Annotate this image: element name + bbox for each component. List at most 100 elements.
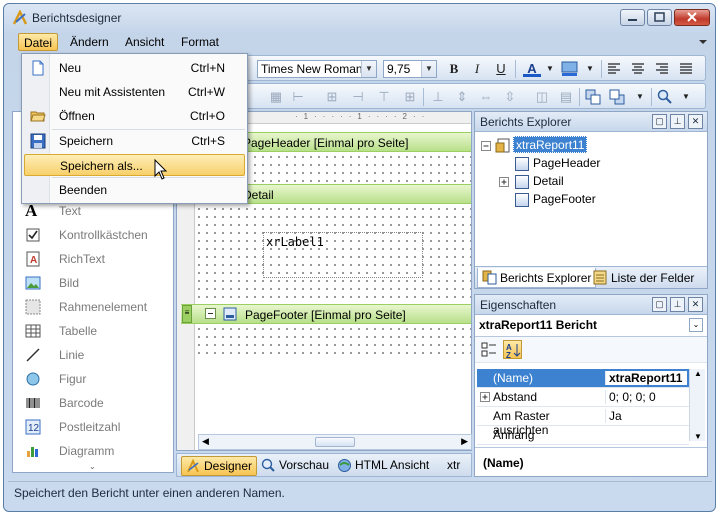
property-scrollbar[interactable]: ▲ ▼ xyxy=(689,369,705,441)
scroll-down-icon[interactable]: ⌄ xyxy=(89,462,96,471)
menu-item-save[interactable]: Speichern Ctrl+S xyxy=(24,130,245,152)
report-tree: xtraReport11 PageHeader Detail PageFoote… xyxy=(475,132,707,256)
align-rights-icon[interactable]: ⊣ xyxy=(349,88,367,106)
close-button[interactable] xyxy=(674,9,710,26)
band-page-footer[interactable]: ≡ PageFooter [Einmal pro Seite] xyxy=(181,304,471,324)
collapse-icon[interactable] xyxy=(205,308,217,320)
chevron-down-icon[interactable]: ▼ xyxy=(677,88,695,106)
font-family-select[interactable]: Times New Roman ▼ xyxy=(257,60,377,78)
tree-node-page-footer[interactable]: PageFooter xyxy=(531,191,598,208)
chevron-down-icon[interactable]: ▼ xyxy=(581,60,599,78)
tool-panel[interactable]: Rahmenelement xyxy=(17,296,167,318)
expand-icon[interactable] xyxy=(480,392,491,403)
object-selector[interactable]: xtraReport11 Bericht ⌄ xyxy=(475,315,707,337)
properties-panel: Eigenschaften ▢ ⊥ ✕ xtraReport11 Bericht… xyxy=(474,294,708,477)
scroll-left-icon[interactable]: ◀ xyxy=(202,436,209,447)
alphabetical-icon[interactable]: AZ xyxy=(503,340,522,359)
pin-icon[interactable]: ⊥ xyxy=(670,114,685,129)
tool-zipcode[interactable]: 12 Postleitzahl xyxy=(17,416,167,438)
menu-datei[interactable]: Datei xyxy=(18,33,59,51)
band-handle-icon[interactable]: ≡ xyxy=(182,305,192,323)
menu-aendern[interactable]: Ändern xyxy=(65,33,114,51)
tab-berichts-explorer[interactable]: Berichts Explorer xyxy=(477,268,597,288)
menu-overflow-icon[interactable] xyxy=(698,38,708,46)
menu-item-save-as[interactable]: Speichern als... xyxy=(24,154,245,176)
report-label[interactable]: xrLabel1 xyxy=(263,232,423,278)
justify-icon[interactable] xyxy=(679,62,693,76)
toolbar-divider xyxy=(601,60,602,78)
align-centers-icon[interactable]: ⊞ xyxy=(323,88,341,106)
tool-picture[interactable]: Bild xyxy=(17,272,167,294)
property-row-abstand[interactable]: Abstand 0; 0; 0; 0 xyxy=(477,388,689,407)
tool-table[interactable]: Tabelle xyxy=(17,320,167,342)
menu-item-exit[interactable]: Beenden xyxy=(24,179,245,201)
close-icon[interactable]: ✕ xyxy=(688,297,703,312)
tree-node-report[interactable]: xtraReport11 xyxy=(513,136,588,153)
align-center-icon[interactable] xyxy=(631,62,645,76)
spacing-icon[interactable]: ⇕ xyxy=(453,88,471,106)
bring-to-front-icon[interactable] xyxy=(585,89,601,105)
tool-chart[interactable]: Diagramm xyxy=(17,440,167,462)
chevron-down-icon[interactable]: ▼ xyxy=(631,88,649,106)
tool-checkbox[interactable]: Kontrollkästchen xyxy=(17,224,167,246)
spacing-icon[interactable]: ⇔ xyxy=(477,88,495,106)
align-tops-icon[interactable]: ⊤ xyxy=(375,88,393,106)
explorer-icon xyxy=(482,270,497,285)
scroll-thumb[interactable] xyxy=(315,437,355,447)
property-row-snap[interactable]: Am Raster ausrichten Ja xyxy=(477,407,689,437)
center-horizontal-icon[interactable]: ◫ xyxy=(533,88,551,106)
tab-xtr[interactable]: xtr xyxy=(441,456,464,476)
property-row-anhang[interactable]: Anhang xyxy=(477,426,689,445)
collapse-icon[interactable] xyxy=(481,141,492,152)
align-right-icon[interactable] xyxy=(655,62,669,76)
window-position-icon[interactable]: ▢ xyxy=(652,297,667,312)
pin-icon[interactable]: ⊥ xyxy=(670,297,685,312)
tool-shape[interactable]: Figur xyxy=(17,368,167,390)
minimize-button[interactable] xyxy=(620,9,645,26)
tool-richtext[interactable]: A RichText xyxy=(17,248,167,270)
maximize-button[interactable] xyxy=(647,9,672,26)
tab-field-list[interactable]: Liste der Felder xyxy=(589,268,698,288)
horizontal-scrollbar[interactable]: ◀ ▶ xyxy=(198,434,472,450)
back-color-icon[interactable] xyxy=(561,61,579,77)
bold-button[interactable]: B xyxy=(445,60,463,78)
tool-barcode[interactable]: Barcode xyxy=(17,392,167,414)
menu-format[interactable]: Format xyxy=(176,33,224,51)
align-middles-icon[interactable]: ⊞ xyxy=(401,88,419,106)
menu-item-new[interactable]: Neu Ctrl+N xyxy=(24,57,245,79)
tab-preview[interactable]: Vorschau xyxy=(257,456,333,476)
center-vertical-icon[interactable]: ▤ xyxy=(557,88,575,106)
zoom-icon[interactable] xyxy=(657,89,673,105)
italic-button[interactable]: I xyxy=(468,60,486,78)
chevron-down-icon[interactable]: ▼ xyxy=(541,60,559,78)
align-left-icon[interactable] xyxy=(607,62,621,76)
close-icon[interactable]: ✕ xyxy=(688,114,703,129)
tree-node-detail[interactable]: Detail xyxy=(531,173,566,190)
underline-button[interactable]: U xyxy=(492,60,510,78)
menu-item-open[interactable]: Öffnen Ctrl+O xyxy=(24,105,245,127)
tab-html-view[interactable]: HTML Ansicht xyxy=(333,456,433,476)
send-to-back-icon[interactable] xyxy=(609,89,625,105)
scroll-down-icon[interactable]: ▼ xyxy=(694,432,702,441)
menu-item-new-wizard[interactable]: Neu mit Assistenten Ctrl+W xyxy=(24,81,245,103)
spacing-icon[interactable]: ⇳ xyxy=(501,88,519,106)
tab-designer[interactable]: Designer xyxy=(181,456,258,476)
page-footer-area[interactable] xyxy=(195,325,471,355)
font-size-select[interactable]: 9,75 ▼ xyxy=(383,60,437,78)
chevron-down-icon: ▼ xyxy=(421,61,436,77)
font-color-button[interactable]: A xyxy=(523,60,541,77)
align-lefts-icon[interactable]: ⊢ xyxy=(289,88,307,106)
window-position-icon[interactable]: ▢ xyxy=(652,114,667,129)
expand-icon[interactable] xyxy=(499,177,510,188)
align-grid-icon[interactable]: ▦ xyxy=(267,88,285,106)
chevron-down-icon[interactable]: ⌄ xyxy=(689,318,703,332)
spacing-icon[interactable]: ⊥ xyxy=(429,88,447,106)
properties-header: Eigenschaften ▢ ⊥ ✕ xyxy=(475,295,707,315)
tree-node-page-header[interactable]: PageHeader xyxy=(531,155,602,172)
property-row-name[interactable]: (Name) xtraReport11 xyxy=(477,369,689,388)
scroll-up-icon[interactable]: ▲ xyxy=(694,369,702,378)
scroll-right-icon[interactable]: ▶ xyxy=(461,436,468,447)
categorized-icon[interactable] xyxy=(481,342,497,358)
tool-line[interactable]: Linie xyxy=(17,344,167,366)
menu-ansicht[interactable]: Ansicht xyxy=(120,33,169,51)
